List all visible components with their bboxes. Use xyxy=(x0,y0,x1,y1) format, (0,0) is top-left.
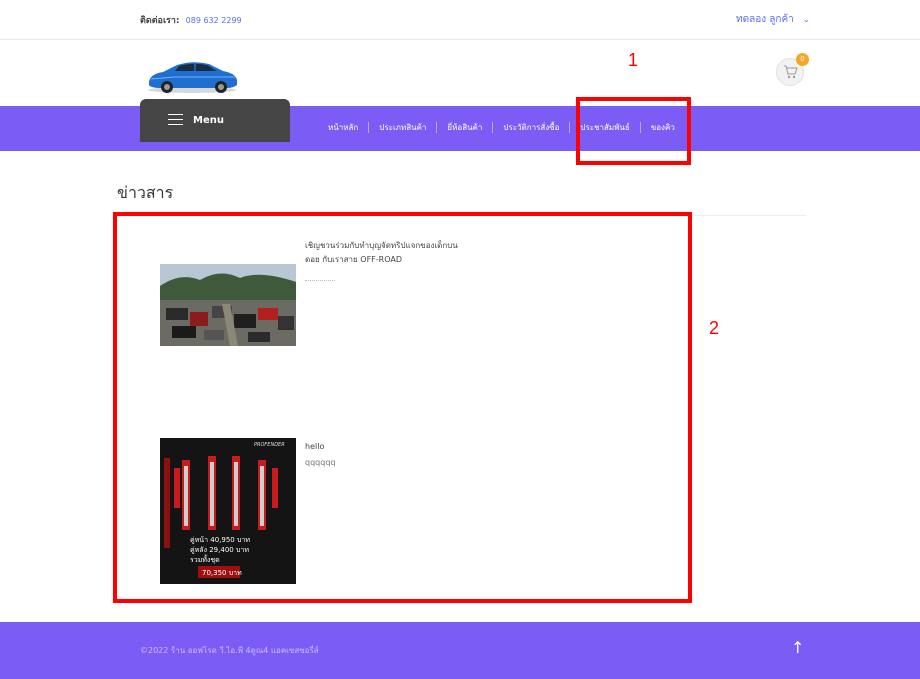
annotation-box-1 xyxy=(576,97,691,165)
footer: ©2022 ร้าน ออฟโรด วี.ไอ.พี 4ดูณ4 แอคเซสซ… xyxy=(0,622,920,679)
cart-icon xyxy=(783,65,798,79)
copyright-text: ©2022 ร้าน ออฟโรด วี.ไอ.พี 4ดูณ4 แอคเซสซ… xyxy=(140,646,319,655)
chevron-down-icon: ⌄ xyxy=(802,15,810,24)
nav-item-home[interactable]: หน้าหลัก xyxy=(318,121,368,134)
annotation-box-2 xyxy=(113,212,692,603)
section-divider xyxy=(691,215,806,216)
nav-item-product-types[interactable]: ประเภทสินค้า xyxy=(369,121,436,134)
back-to-top-icon[interactable]: ↑ xyxy=(791,638,804,657)
nav-item-order-history[interactable]: ประวัติการสั่งซื้อ xyxy=(493,121,569,134)
contact-info: ติดต่อเรา: 089 632 2299 xyxy=(140,13,242,27)
cart-count-badge: 0 xyxy=(796,53,809,66)
top-contact-bar: ติดต่อเรา: 089 632 2299 ทดลอง ลูกค้า ⌄ xyxy=(0,0,920,40)
contact-phone[interactable]: 089 632 2299 xyxy=(186,16,242,25)
contact-label: ติดต่อเรา: xyxy=(140,16,180,26)
nav-item-brands[interactable]: ยี่ห้อสินค้า xyxy=(437,121,492,134)
annotation-label-1: 1 xyxy=(628,50,639,70)
page: ติดต่อเรา: 089 632 2299 ทดลอง ลูกค้า ⌄ 0 xyxy=(0,0,920,679)
page-title: ข่าวสาร xyxy=(117,183,174,202)
annotation-label-2: 2 xyxy=(709,318,720,338)
logo-car[interactable] xyxy=(145,56,240,96)
account-dropdown[interactable]: ทดลอง ลูกค้า ⌄ xyxy=(736,12,810,27)
menu-label: Menu xyxy=(193,115,224,126)
account-label: ทดลอง ลูกค้า xyxy=(736,14,794,25)
hamburger-icon xyxy=(168,114,183,125)
cart-button[interactable]: 0 xyxy=(776,53,809,86)
menu-button[interactable]: Menu xyxy=(140,99,290,142)
